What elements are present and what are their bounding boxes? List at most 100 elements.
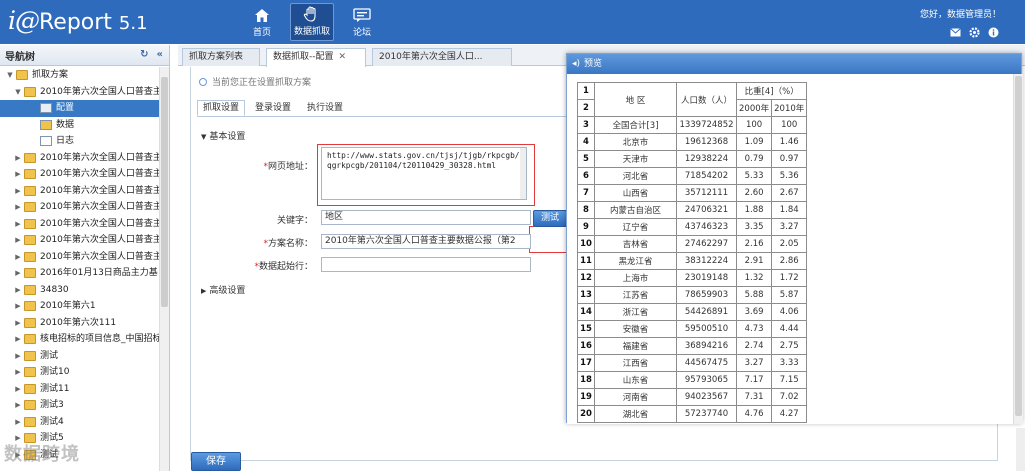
sidebar-scrollbar[interactable] <box>159 67 169 471</box>
nav-forum[interactable]: 论坛 <box>340 3 384 41</box>
section-basic-settings[interactable]: ▼ 基本设置 <box>201 129 245 142</box>
tree-item[interactable]: ▶ 测试 <box>0 348 160 365</box>
keyword-input[interactable]: 地区 <box>321 210 531 225</box>
collapse-arrow-icon[interactable]: ▶ <box>14 315 22 332</box>
cell-2010: 1.46 <box>771 133 808 151</box>
tree-item[interactable]: ▶ 2016年01月13日商品主力基 <box>0 265 160 282</box>
tree-item[interactable]: ▶ 2010年第六次全国人口普查主 <box>0 166 160 183</box>
tab-census-2010[interactable]: 2010年第六次全国人口... <box>372 48 512 66</box>
collapse-icon[interactable]: « <box>157 49 163 60</box>
start-row-input[interactable] <box>321 257 531 272</box>
tree-item[interactable]: ▶ 测试4 <box>0 414 160 431</box>
tree-item[interactable]: ▶ 测试3 <box>0 397 160 414</box>
expand-arrow-icon[interactable]: ▼ <box>14 84 22 101</box>
refresh-icon[interactable]: ↻ <box>140 49 148 60</box>
collapse-arrow-icon[interactable]: ▶ <box>14 348 22 365</box>
collapse-arrow-icon[interactable]: ▶ <box>14 364 22 381</box>
collapse-arrow-icon[interactable]: ▶ <box>14 265 22 282</box>
tree-item-label: 34830 <box>40 284 69 295</box>
tree-item[interactable]: ▶ 2010年第六次全国人口普查主 <box>0 150 160 167</box>
tree-item[interactable]: 数据 <box>0 117 160 134</box>
folder-icon <box>24 400 36 410</box>
gear-icon[interactable] <box>969 27 980 38</box>
collapse-arrow-icon[interactable]: ▶ <box>14 298 22 315</box>
collapse-arrow-icon[interactable]: ▶ <box>14 199 22 216</box>
mail-icon[interactable] <box>950 27 961 38</box>
row-num: 16 <box>577 337 595 355</box>
info-icon[interactable] <box>988 27 999 38</box>
collapse-arrow-icon[interactable]: ▶ <box>14 249 22 266</box>
collapse-arrow-icon[interactable]: ▶ <box>14 232 22 249</box>
save-button[interactable]: 保存 <box>191 452 241 471</box>
scheme-name-input[interactable]: 2010年第六次全国人口普查主要数据公报（第2 <box>321 234 531 249</box>
tree-item[interactable]: ▶ 测试10 <box>0 364 160 381</box>
scheme-name-label-text: 方案名称： <box>267 239 313 249</box>
navigation-tree: ▼ 抓取方案 ▼ 2010年第六次全国人口普查主 配置 数据 日志 ▶ 2010年第六次全国人口… <box>0 67 160 471</box>
tree-item[interactable]: 日志 <box>0 133 160 150</box>
tree-item[interactable]: ▼ 2010年第六次全国人口普查主 <box>0 84 160 101</box>
cell-2010: 3.27 <box>771 218 808 236</box>
tree-item[interactable]: ▼ 抓取方案 <box>0 67 160 84</box>
expand-arrow-icon[interactable]: ▼ <box>6 67 14 84</box>
cell-region: 北京市 <box>594 133 677 151</box>
close-icon[interactable]: ✕ <box>339 52 347 62</box>
collapse-arrow-icon[interactable]: ▶ <box>14 282 22 299</box>
collapse-arrow-icon[interactable]: ▶ <box>14 216 22 233</box>
folder-icon <box>24 301 36 311</box>
tree-item[interactable]: ▶ 2010年第六次全国人口普查主 <box>0 216 160 233</box>
section-advanced-settings[interactable]: ▶ 高级设置 <box>201 283 245 296</box>
row-num: 1 <box>577 82 595 100</box>
cell-2000: 2.60 <box>735 184 773 202</box>
collapse-arrow-icon[interactable]: ▶ <box>14 331 22 348</box>
sidebar-scroll-thumb[interactable] <box>161 77 168 307</box>
collapse-arrow-icon[interactable]: ▶ <box>14 397 22 414</box>
tab-scheme-list-label: 抓取方案列表 <box>189 52 244 62</box>
preview-scrollbar[interactable] <box>1013 74 1023 424</box>
preview-dialog[interactable]: ◂) 预览 1 地 区 人口数（人） 比重[4]（%） 2 2000年 2010年… <box>566 53 1023 424</box>
tree-item[interactable]: ▶ 34830 <box>0 282 160 299</box>
tab-scheme-list[interactable]: 抓取方案列表 <box>182 48 260 66</box>
main-scrollbar[interactable] <box>1016 428 1025 471</box>
cell-2000: 0.79 <box>735 150 773 168</box>
test-button[interactable]: 测试 <box>533 210 567 227</box>
nav-data-capture[interactable]: 数据抓取 <box>290 3 334 41</box>
hint-text: 当前您正在设置抓取方案 <box>199 75 311 88</box>
subtab-capture-settings[interactable]: 抓取设置 <box>197 100 246 116</box>
subtab-login-settings[interactable]: 登录设置 <box>249 100 297 116</box>
tree-item[interactable]: ▶ 2010年第六次全国人口普查主 <box>0 199 160 216</box>
preview-titlebar[interactable]: ◂) 预览 <box>567 54 1021 74</box>
collapse-arrow-icon[interactable]: ▶ <box>14 150 22 167</box>
nav-forum-label: 论坛 <box>352 28 371 38</box>
collapse-arrow-icon[interactable]: ▶ <box>14 166 22 183</box>
cell-2000: 5.33 <box>735 167 773 185</box>
cell-2000: 1.88 <box>735 201 773 219</box>
url-textarea[interactable]: http://www.stats.gov.cn/tjsj/tjgb/rkpcgb… <box>321 147 527 200</box>
tree-item[interactable]: ▶ 2010年第六次全国人口普查主 <box>0 232 160 249</box>
tree-item[interactable]: ▶ 2010年第六次全国人口普查主 <box>0 249 160 266</box>
folder-icon <box>24 367 36 377</box>
table-row: 20 湖北省 57237740 4.76 4.27 <box>577 405 808 423</box>
tree-item-label: 2010年第六次111 <box>40 317 117 328</box>
tree-item[interactable]: ▶ 2010年第六1 <box>0 298 160 315</box>
tab-data-capture-config[interactable]: 数据抓取--配置 ✕ <box>266 48 366 67</box>
hand-icon <box>303 6 316 22</box>
nav-home[interactable]: 首页 <box>240 3 284 41</box>
tree-item[interactable]: ▶ 核电招标的项目信息_中国招标 <box>0 331 160 348</box>
tree-item[interactable]: ▶ 2010年第六次111 <box>0 315 160 332</box>
url-textarea-scrollbar[interactable] <box>520 148 526 199</box>
collapse-arrow-icon[interactable]: ▶ <box>14 183 22 200</box>
row-num: 3 <box>577 116 595 134</box>
preview-title: 预览 <box>584 59 603 69</box>
subtab-execute-settings[interactable]: 执行设置 <box>301 100 349 116</box>
tree-item[interactable]: 配置 <box>0 100 160 117</box>
folder-icon <box>24 334 36 344</box>
cell-population: 78659903 <box>676 286 737 304</box>
tree-item[interactable]: ▶ 测试11 <box>0 381 160 398</box>
collapse-arrow-icon[interactable]: ▶ <box>14 414 22 431</box>
preview-scroll-thumb[interactable] <box>1015 76 1022 416</box>
tree-item-label: 数据 <box>56 119 75 130</box>
collapse-arrow-icon[interactable]: ▶ <box>14 381 22 398</box>
tree-item-label: 测试10 <box>40 367 70 377</box>
tree-item[interactable]: ▶ 2010年第六次全国人口普查主 <box>0 183 160 200</box>
cell-population: 43746323 <box>676 218 737 236</box>
